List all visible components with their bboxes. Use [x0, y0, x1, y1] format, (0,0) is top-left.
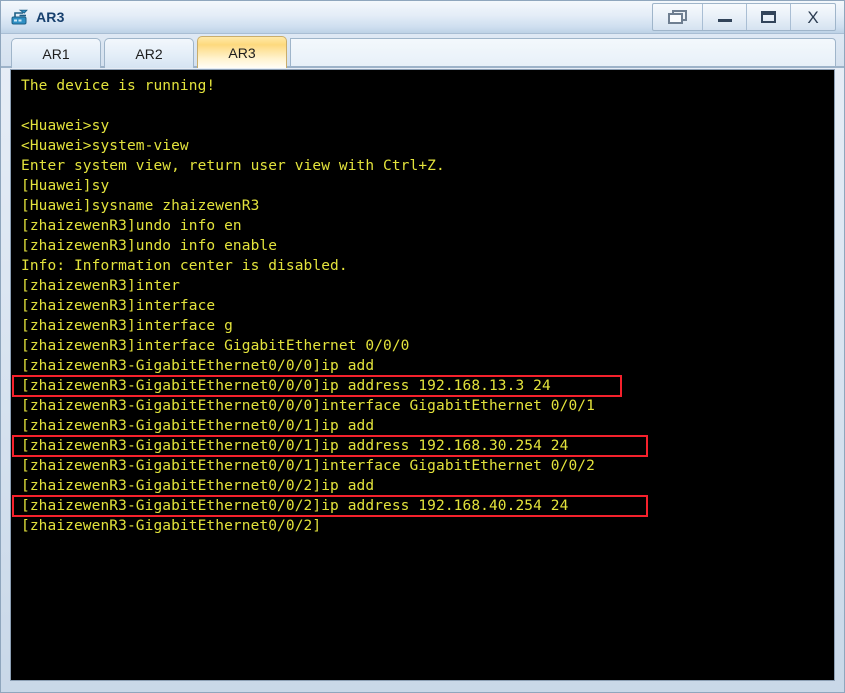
terminal-line: Enter system view, return user view with…: [21, 158, 445, 174]
terminal-line: <Huawei>sy: [21, 118, 110, 134]
window-title-text: AR3: [36, 9, 65, 25]
terminal-line: [zhaizewenR3]interface: [21, 298, 216, 314]
terminal-line: [zhaizewenR3-GigabitEthernet0/0/1]ip add…: [21, 438, 569, 454]
tab-bar-filler: [290, 38, 836, 68]
restore-button[interactable]: [653, 4, 703, 30]
terminal-line: [zhaizewenR3]interface GigabitEthernet 0…: [21, 338, 410, 354]
close-button[interactable]: X: [791, 4, 835, 30]
router-device-icon: [10, 8, 30, 26]
terminal-line: [zhaizewenR3-GigabitEthernet0/0/2]ip add: [21, 478, 375, 494]
tab-ar3[interactable]: AR3: [197, 36, 287, 68]
window-controls: X: [652, 3, 836, 31]
tab-ar2-label: AR2: [135, 45, 163, 62]
terminal-line: [Huawei]sysname zhaizewenR3: [21, 198, 260, 214]
terminal-line: The device is running!: [21, 78, 216, 94]
maximize-button[interactable]: [747, 4, 791, 30]
restore-window-icon: [668, 9, 687, 25]
terminal-line: [zhaizewenR3]inter: [21, 278, 180, 294]
title-bar-left-group: AR3: [1, 8, 65, 26]
terminal-line: [zhaizewenR3-GigabitEthernet0/0/0]interf…: [21, 398, 595, 414]
terminal-line: <Huawei>system-view: [21, 138, 189, 154]
maximize-icon: [761, 11, 776, 23]
terminal-line: [zhaizewenR3-GigabitEthernet0/0/0]ip add: [21, 358, 375, 374]
terminal-console[interactable]: The device is running! <Huawei>sy <Huawei…: [11, 70, 834, 680]
terminal-line: [Huawei]sy: [21, 178, 110, 194]
terminal-line: [zhaizewenR3-GigabitEthernet0/0/0]ip add…: [21, 378, 551, 394]
terminal-line: Info: Information center is disabled.: [21, 258, 348, 274]
tab-ar3-label: AR3: [228, 44, 256, 61]
terminal-line: [zhaizewenR3]undo info enable: [21, 238, 278, 254]
tab-ar1-label: AR1: [42, 45, 70, 62]
terminal-window: AR3 X AR1 AR2 AR3 The device is running!…: [0, 0, 845, 693]
tab-bar: AR1 AR2 AR3: [1, 34, 844, 68]
terminal-line: [zhaizewenR3-GigabitEthernet0/0/1]ip add: [21, 418, 375, 434]
close-icon: X: [807, 7, 819, 27]
terminal-line: [zhaizewenR3]interface g: [21, 318, 233, 334]
window-title-bar: AR3 X: [1, 1, 844, 34]
terminal-line: [zhaizewenR3]undo info en: [21, 218, 242, 234]
terminal-output-frame[interactable]: The device is running! <Huawei>sy <Huawei…: [10, 69, 835, 681]
terminal-line: [zhaizewenR3-GigabitEthernet0/0/2]: [21, 518, 322, 534]
tab-ar2[interactable]: AR2: [104, 38, 194, 68]
minimize-icon: [717, 19, 732, 22]
terminal-line: [zhaizewenR3-GigabitEthernet0/0/1]interf…: [21, 458, 595, 474]
tab-ar1[interactable]: AR1: [11, 38, 101, 68]
terminal-line: [zhaizewenR3-GigabitEthernet0/0/2]ip add…: [21, 498, 569, 514]
minimize-button[interactable]: [703, 4, 747, 30]
